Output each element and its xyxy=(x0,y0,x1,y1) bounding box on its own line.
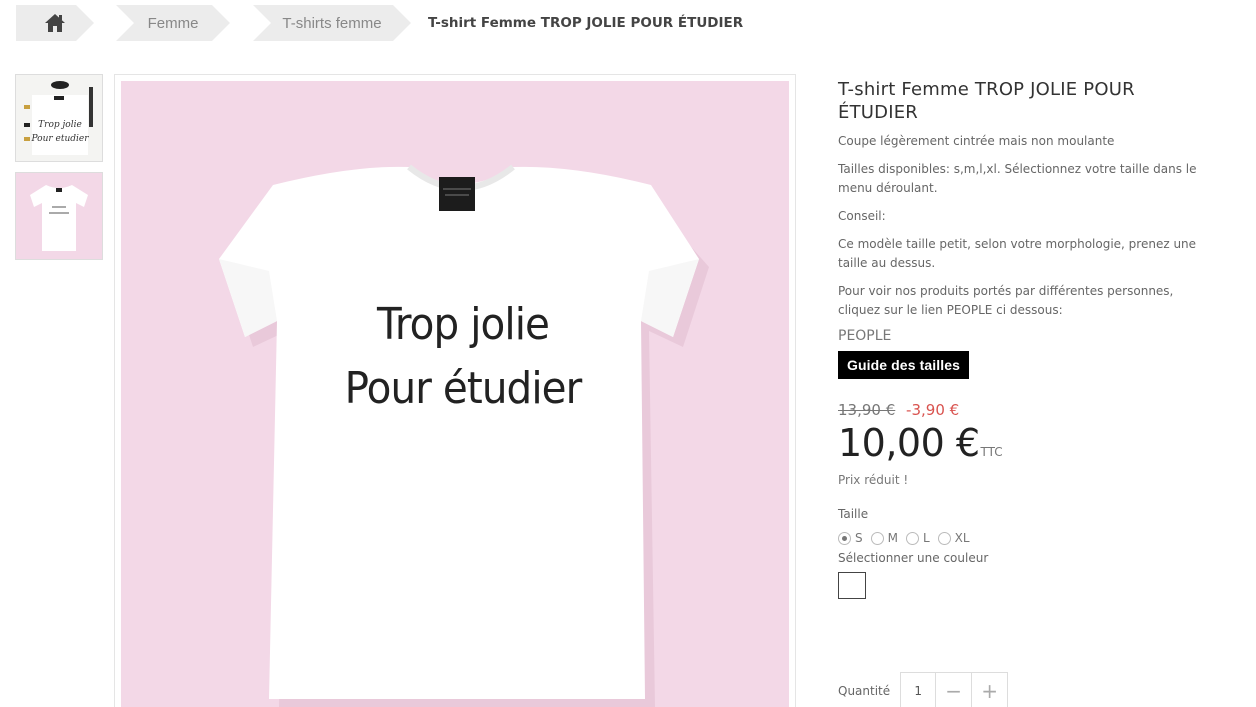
size-option-label: S xyxy=(855,531,863,545)
thumbnail-2[interactable] xyxy=(15,172,103,260)
plus-icon: + xyxy=(981,679,999,703)
size-radio-xl[interactable] xyxy=(937,531,951,545)
size-radio-s[interactable] xyxy=(838,531,851,545)
thumbnail-1-line2: Pour etudier xyxy=(30,134,89,144)
quantity-decrease-button[interactable]: − xyxy=(936,672,973,707)
product-description: Coupe légèrement cintrée mais non moulan… xyxy=(838,132,1218,320)
main-product-image-frame: Trop jolie Pour étudier xyxy=(114,74,796,707)
home-icon xyxy=(44,13,66,33)
people-link[interactable]: PEOPLE xyxy=(838,328,891,344)
thumbnail-tshirt-image xyxy=(16,173,102,259)
description-line-5: Pour voir nos produits portés par différ… xyxy=(838,284,1174,317)
breadcrumb-current: T-shirt Femme TROP JOLIE POUR ÉTUDIER xyxy=(428,15,744,31)
old-price: 13,90 € xyxy=(838,401,896,419)
quantity-label: Quantité xyxy=(838,684,891,698)
reduced-price-label: Prix réduit ! xyxy=(838,473,909,487)
size-guide-button[interactable]: Guide des tailles xyxy=(838,351,969,379)
size-radio-m[interactable] xyxy=(870,531,884,545)
product-info: T-shirt Femme TROP JOLIE POUR ÉTUDIER Co… xyxy=(838,78,1218,599)
thumbnail-flatlay-image: Trop jolie Pour etudier xyxy=(16,75,102,161)
description-line-4: Ce modèle taille petit, selon votre morp… xyxy=(838,237,1197,270)
size-option-label: M xyxy=(887,531,898,545)
size-option-label: L xyxy=(922,531,930,545)
breadcrumb-item-tshirts-femme[interactable]: T-shirts femme xyxy=(253,5,411,41)
description-line-1: Coupe légèrement cintrée mais non moulan… xyxy=(838,134,1115,148)
size-option-m[interactable]: M xyxy=(870,531,898,545)
color-label: Sélectionner une couleur xyxy=(838,551,989,565)
size-option-l[interactable]: L xyxy=(905,531,930,545)
tshirt-text-line1: Trop jolie xyxy=(376,298,549,349)
description-line-3: Conseil: xyxy=(838,209,886,223)
size-label: Taille xyxy=(838,507,869,521)
price-block: 13,90 € -3,90 € xyxy=(838,401,1218,419)
breadcrumb-home[interactable] xyxy=(16,5,94,41)
size-option-s[interactable]: S xyxy=(838,531,863,545)
size-option-label: XL xyxy=(954,531,970,545)
quantity-row: Quantité 1 − + xyxy=(838,672,1009,707)
size-option-xl[interactable]: XL xyxy=(937,531,970,545)
quantity-increase-button[interactable]: + xyxy=(972,672,1009,707)
discount-amount: -3,90 € xyxy=(906,401,960,419)
color-swatch-white[interactable] xyxy=(838,572,866,599)
thumbnail-1-line1: Trop jolie xyxy=(38,120,82,130)
minus-icon: − xyxy=(945,679,963,703)
thumbnail-1[interactable]: Trop jolie Pour etudier xyxy=(15,74,103,162)
current-price: 10,00 € xyxy=(838,421,980,465)
tshirt-illustration: Trop jolie Pour étudier xyxy=(121,81,789,707)
description-line-2: Tailles disponibles: s,m,l,xl. Sélection… xyxy=(838,162,1197,195)
tax-label: TTC xyxy=(980,445,1003,459)
product-title: T-shirt Femme TROP JOLIE POUR ÉTUDIER xyxy=(838,79,1135,123)
quantity-input[interactable]: 1 xyxy=(900,672,937,707)
main-product-image[interactable]: Trop jolie Pour étudier xyxy=(121,81,789,707)
size-options: S M L XL xyxy=(838,531,1218,545)
size-radio-l[interactable] xyxy=(905,531,919,545)
breadcrumb-item-femme[interactable]: Femme xyxy=(116,5,230,41)
tshirt-text-line2: Pour étudier xyxy=(345,362,583,413)
